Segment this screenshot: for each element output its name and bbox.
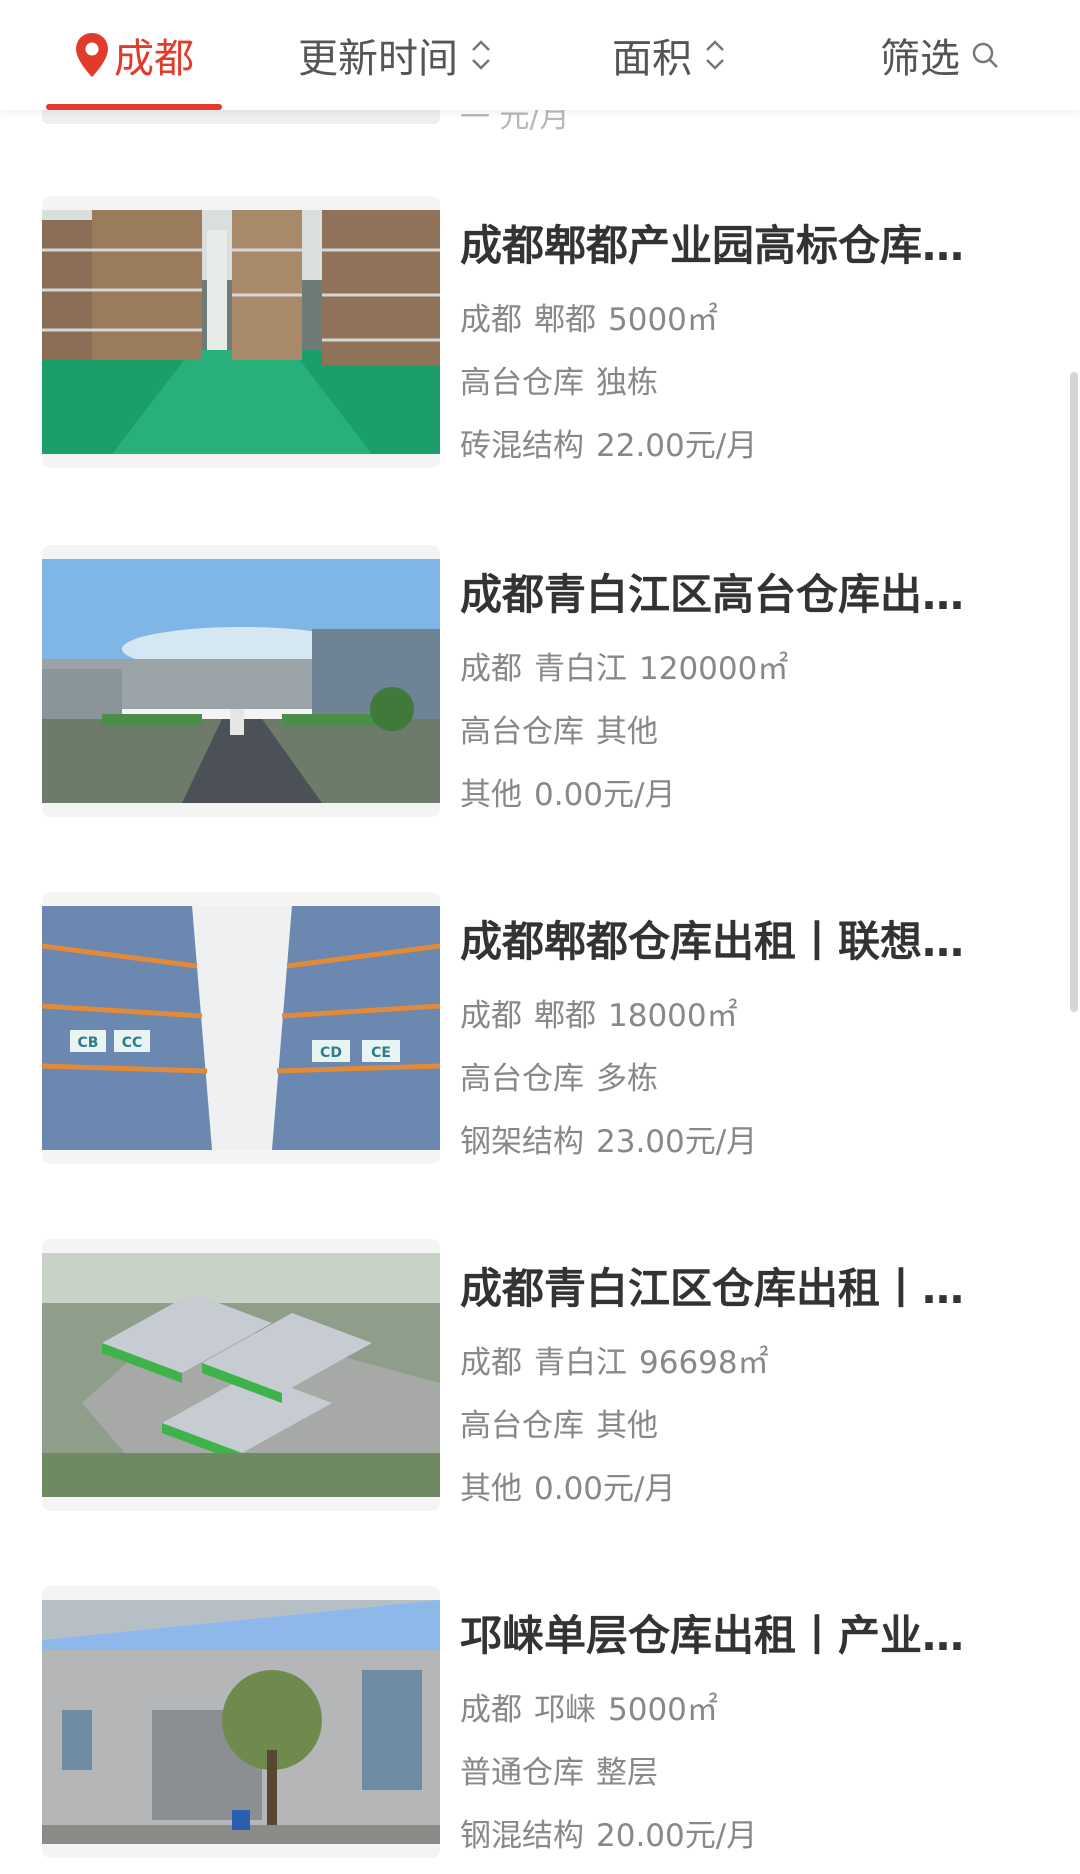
warehouse-exterior-photo	[42, 559, 440, 803]
listing-thumbnail: CB CC CD CE	[42, 892, 440, 1164]
structure-text: 其他	[460, 1471, 522, 1507]
filter-button[interactable]: 筛选	[880, 26, 1000, 84]
structure-text: 钢混结构	[460, 1818, 584, 1854]
listing-card[interactable]: 成都青白江区仓库出租丨… 成都 青白江 96698㎡ 高台仓库 其他 其他 0.00元/…	[0, 1229, 1080, 1519]
price-text: 0.00元/月	[534, 777, 676, 813]
warehouse-type-text: 普通仓库	[460, 1755, 584, 1791]
area-text: 96698㎡	[639, 1345, 769, 1381]
listing-price-line: 砖混结构 22.00元/月	[460, 420, 757, 465]
area-text: 5000㎡	[608, 302, 718, 338]
listing-type: 普通仓库 整层	[460, 1747, 658, 1792]
listing-thumbnail	[42, 545, 440, 817]
sort-area-label: 面积	[612, 36, 692, 82]
structure-text: 砖混结构	[460, 428, 584, 464]
rack-label-ce: CE	[371, 1045, 391, 1061]
building-text: 独栋	[596, 365, 658, 401]
warehouse-type-text: 高台仓库	[460, 714, 584, 750]
listing-price-line: 钢架结构 23.00元/月	[460, 1116, 757, 1161]
city-text: 成都	[460, 1692, 522, 1728]
warehouse-type-text: 高台仓库	[460, 1408, 584, 1444]
rack-label-cc: CC	[122, 1035, 143, 1051]
building-text: 其他	[596, 1408, 658, 1444]
sort-arrows-icon	[706, 40, 724, 70]
building-text: 整层	[596, 1755, 658, 1791]
city-selector[interactable]: 成都	[74, 26, 194, 84]
price-text: 23.00元/月	[596, 1124, 758, 1160]
warehouse-interior-photo	[42, 210, 440, 454]
warehouse-facade-photo	[42, 1600, 440, 1844]
building-text: 其他	[596, 714, 658, 750]
warehouse-type-text: 高台仓库	[460, 365, 584, 401]
listing-card[interactable]: 邛崃单层仓库出租丨产业… 成都 邛崃 5000㎡ 普通仓库 整层 钢混结构 20.00元…	[0, 1576, 1080, 1866]
active-tab-indicator	[46, 104, 222, 110]
rack-label-cb: CB	[78, 1035, 99, 1051]
listing-type: 高台仓库 其他	[460, 706, 658, 751]
city-text: 成都	[460, 998, 522, 1034]
listing-location: 成都 青白江 120000㎡	[460, 643, 788, 688]
listing-thumbnail	[42, 196, 440, 468]
district-text: 邛崃	[534, 1692, 596, 1728]
sort-by-area[interactable]: 面积	[612, 26, 728, 84]
search-icon	[972, 42, 998, 68]
listing-card[interactable]: CB CC CD CE 成都郫都仓库出租丨联想… 成都 郫都 18000㎡ 高台仓库…	[0, 882, 1080, 1172]
district-text: 郫都	[534, 302, 596, 338]
price-text: 0.00元/月	[534, 1471, 676, 1507]
location-pin-icon	[76, 33, 108, 77]
district-text: 青白江	[534, 1345, 627, 1381]
filter-bar: 成都 更新时间 面积 筛选	[0, 0, 1080, 110]
listing-title[interactable]: 成都郫都仓库出租丨联想…	[460, 908, 1005, 969]
listing-title[interactable]: 邛崃单层仓库出租丨产业…	[460, 1602, 1005, 1663]
listing-price-line: 钢混结构 20.00元/月	[460, 1810, 757, 1855]
rack-label-cd: CD	[320, 1045, 342, 1061]
area-text: 5000㎡	[608, 1692, 718, 1728]
district-text: 青白江	[534, 651, 627, 687]
listing-location: 成都 邛崃 5000㎡	[460, 1684, 718, 1729]
sort-arrows-icon	[472, 40, 490, 70]
city-text: 成都	[460, 1345, 522, 1381]
listing-type: 高台仓库 多栋	[460, 1053, 658, 1098]
listing-location: 成都 青白江 96698㎡	[460, 1337, 769, 1382]
listing-location: 成都 郫都 18000㎡	[460, 990, 738, 1035]
price-text: 22.00元/月	[596, 428, 758, 464]
listing-card[interactable]: 成都青白江区高台仓库出… 成都 青白江 120000㎡ 高台仓库 其他 其他 0.00元…	[0, 535, 1080, 825]
structure-text: 其他	[460, 777, 522, 813]
listing-card[interactable]: 成都郫都产业园高标仓库… 成都 郫都 5000㎡ 高台仓库 独栋 砖混结构 22.00元…	[0, 186, 1080, 476]
structure-text: 钢架结构	[460, 1124, 584, 1160]
warehouse-racking-photo: CB CC CD CE	[42, 906, 440, 1150]
listing-type: 高台仓库 独栋	[460, 357, 658, 402]
filter-label: 筛选	[880, 36, 960, 82]
listing-page: 一 元/月 成都 更新时间 面积 筛选 成都郫都产业园高标仓库… 成都 郫都 5…	[0, 0, 1080, 1874]
city-text: 成都	[460, 302, 522, 338]
listing-location: 成都 郫都 5000㎡	[460, 294, 718, 339]
listing-thumbnail	[42, 1239, 440, 1511]
listing-title[interactable]: 成都郫都产业园高标仓库…	[460, 212, 1005, 273]
scrollbar[interactable]	[1070, 372, 1078, 1012]
building-text: 多栋	[596, 1061, 658, 1097]
listing-price-line: 其他 0.00元/月	[460, 1463, 675, 1508]
sort-by-update-time[interactable]: 更新时间	[298, 26, 494, 84]
city-label: 成都	[114, 36, 194, 82]
area-text: 120000㎡	[639, 651, 789, 687]
warehouse-aerial-photo	[42, 1253, 440, 1497]
listing-type: 高台仓库 其他	[460, 1400, 658, 1445]
listing-title[interactable]: 成都青白江区高台仓库出…	[460, 561, 1005, 622]
area-text: 18000㎡	[608, 998, 738, 1034]
district-text: 郫都	[534, 998, 596, 1034]
listing-thumbnail	[42, 1586, 440, 1858]
sort-update-label: 更新时间	[298, 36, 458, 82]
listing-title[interactable]: 成都青白江区仓库出租丨…	[460, 1255, 1005, 1316]
city-text: 成都	[460, 651, 522, 687]
warehouse-type-text: 高台仓库	[460, 1061, 584, 1097]
price-text: 20.00元/月	[596, 1818, 758, 1854]
listing-price-line: 其他 0.00元/月	[460, 769, 675, 814]
